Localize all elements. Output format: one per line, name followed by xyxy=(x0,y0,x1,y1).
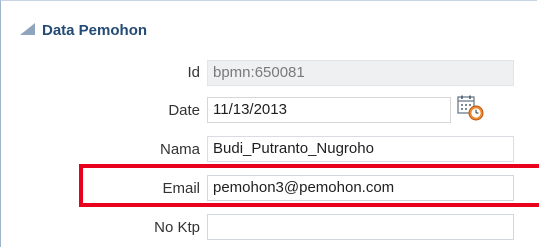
no-ktp-input[interactable] xyxy=(207,214,514,240)
nama-label: Nama xyxy=(159,141,200,158)
date-label: Date xyxy=(168,102,200,119)
calendar-clock-icon[interactable] xyxy=(455,95,491,123)
section-header[interactable]: Data Pemohon xyxy=(2,2,538,56)
nama-input[interactable]: Budi_Putranto_Nugroho xyxy=(207,136,514,162)
section-title: Data Pemohon xyxy=(42,22,148,39)
data-pemohon-panel: Data Pemohon xyxy=(0,0,537,247)
no-ktp-label: No Ktp xyxy=(154,219,200,236)
date-input[interactable]: 11/13/2013 xyxy=(207,97,451,123)
id-label: Id xyxy=(187,64,200,81)
collapse-triangle-icon[interactable] xyxy=(20,23,35,35)
email-highlight-box xyxy=(79,164,539,207)
id-field: bpmn:650081 xyxy=(207,60,514,86)
